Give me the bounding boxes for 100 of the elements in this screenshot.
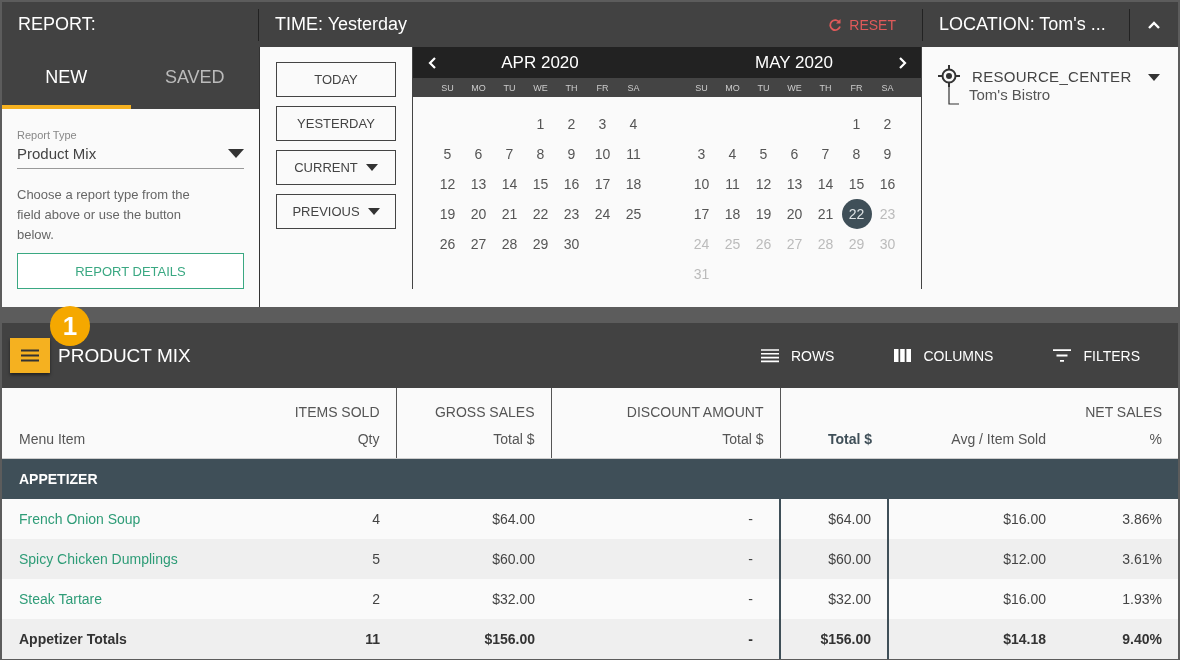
calendar-day[interactable]: 4 <box>717 139 748 169</box>
calendar-day[interactable]: 23 <box>556 199 587 229</box>
calendar-day[interactable]: 3 <box>587 109 618 139</box>
calendar-day: 28 <box>810 229 841 259</box>
weekday-label: TH <box>818 82 833 93</box>
calendar-day[interactable]: 17 <box>686 199 717 229</box>
calendar-day[interactable]: 10 <box>587 139 618 169</box>
location-label: LOCATION: Tom's ... <box>939 14 1106 35</box>
calendar-day[interactable]: 18 <box>717 199 748 229</box>
dropdown-button[interactable]: CURRENT <box>276 150 396 185</box>
column-header[interactable]: Menu Item <box>19 431 86 447</box>
column-header[interactable]: Total $ <box>722 431 764 447</box>
calendar-day[interactable]: 15 <box>525 169 556 199</box>
month-title: APR 2020 <box>501 52 579 73</box>
weekday-label: MO <box>470 82 487 93</box>
calendar-day[interactable]: 17 <box>587 169 618 199</box>
filters-button[interactable]: FILTERS <box>1047 346 1146 365</box>
calendar-day[interactable]: 29 <box>525 229 556 259</box>
time-label: TIME: Yesterday <box>275 14 409 35</box>
calendar-day[interactable]: 1 <box>841 109 872 139</box>
calendar-day[interactable]: 8 <box>525 139 556 169</box>
calendar-day[interactable]: 9 <box>556 139 587 169</box>
calendar-day[interactable]: 21 <box>494 199 525 229</box>
calendar-day[interactable]: 12 <box>432 169 463 199</box>
calendar-day[interactable]: 30 <box>556 229 587 259</box>
calendar-day[interactable]: 4 <box>618 109 649 139</box>
report-type-dropdown[interactable]: Report Type Product Mix <box>17 129 244 169</box>
calendar-day[interactable]: 7 <box>810 139 841 169</box>
calendar-day: 25 <box>717 229 748 259</box>
calendar-day[interactable]: 6 <box>779 139 810 169</box>
calendar-day[interactable]: 5 <box>432 139 463 169</box>
calendar-day: 30 <box>872 229 903 259</box>
weekday-label: FR <box>595 82 610 93</box>
calendar-day[interactable]: 14 <box>810 169 841 199</box>
calendar-day[interactable]: 21 <box>810 199 841 229</box>
calendar-day[interactable]: 3 <box>686 139 717 169</box>
calendar-day[interactable]: 1 <box>525 109 556 139</box>
rows-button[interactable]: ROWS <box>754 346 841 365</box>
calendar-day[interactable]: 22 <box>525 199 556 229</box>
calendar-day[interactable]: 5 <box>748 139 779 169</box>
calendar-day[interactable]: 6 <box>463 139 494 169</box>
calendar-day[interactable]: 20 <box>779 199 810 229</box>
location-target-icon <box>938 65 960 87</box>
calendar-day[interactable]: 19 <box>432 199 463 229</box>
table-cell: 5 <box>372 551 380 567</box>
table-cell: $16.00 <box>1003 511 1046 527</box>
calendar-day[interactable]: 12 <box>748 169 779 199</box>
dropdown-button[interactable]: PREVIOUS <box>276 194 396 229</box>
location-node[interactable]: RESOURCE_CENTER <box>972 67 1134 85</box>
calendar-day[interactable]: 20 <box>463 199 494 229</box>
calendar-day[interactable]: 26 <box>432 229 463 259</box>
table-cell: 1.93% <box>1122 591 1162 607</box>
calendar-day[interactable]: 14 <box>494 169 525 199</box>
calendar-day[interactable]: 15 <box>841 169 872 199</box>
calendar-day: 31 <box>686 259 717 289</box>
calendar-day[interactable]: 18 <box>618 169 649 199</box>
range-button[interactable]: YESTERDAY <box>276 106 396 141</box>
lines-icon <box>760 348 779 363</box>
calendar-day[interactable]: 25 <box>618 199 649 229</box>
caret-icon <box>228 149 244 158</box>
menu-button[interactable] <box>10 338 50 373</box>
tab[interactable]: NEW <box>2 47 131 109</box>
calendar-day[interactable]: 2 <box>556 109 587 139</box>
calendar-day[interactable]: 11 <box>618 139 649 169</box>
table-cell: - <box>748 551 753 567</box>
calendar-day: 29 <box>841 229 872 259</box>
calendar-day[interactable]: 7 <box>494 139 525 169</box>
table-cell: 4 <box>372 511 380 527</box>
calendar-day[interactable]: 22 <box>841 199 872 229</box>
calendar-day[interactable]: 10 <box>686 169 717 199</box>
calendar-day[interactable]: 9 <box>872 139 903 169</box>
calendar-day[interactable]: 28 <box>494 229 525 259</box>
weekday-label: TU <box>502 82 517 93</box>
column-group-header: NET SALES <box>1085 404 1162 420</box>
calendar-day[interactable]: 13 <box>779 169 810 199</box>
weekday-label: WE <box>532 82 549 93</box>
column-header[interactable]: Total $ <box>827 431 872 447</box>
weekday-label: SU <box>694 82 709 93</box>
calendar-day[interactable]: 2 <box>872 109 903 139</box>
calendar-day[interactable]: 13 <box>463 169 494 199</box>
calendar-day: 24 <box>686 229 717 259</box>
column-header[interactable]: % <box>1149 431 1162 447</box>
weekday-label: SU <box>440 82 455 93</box>
column-header[interactable]: Qty <box>357 431 380 447</box>
help-text: Choose a report type from the field above or use the button below. <box>17 186 191 244</box>
range-button[interactable]: TODAY <box>276 62 396 97</box>
group-header: APPETIZER <box>19 471 98 487</box>
calendar-day[interactable]: 19 <box>748 199 779 229</box>
calendar-day[interactable]: 11 <box>717 169 748 199</box>
columns-button[interactable]: COLUMNS <box>888 346 1000 365</box>
tab[interactable]: SAVED <box>130 47 259 109</box>
calendar-day[interactable]: 27 <box>463 229 494 259</box>
column-header[interactable]: Avg / Item Sold <box>951 431 1046 447</box>
calendar-day[interactable]: 16 <box>556 169 587 199</box>
table-cell: $16.00 <box>1003 591 1046 607</box>
calendar-day[interactable]: 8 <box>841 139 872 169</box>
calendar-day[interactable]: 24 <box>587 199 618 229</box>
location-node[interactable]: Tom's Bistro <box>969 86 1051 105</box>
column-header[interactable]: Total $ <box>493 431 535 447</box>
calendar-day[interactable]: 16 <box>872 169 903 199</box>
